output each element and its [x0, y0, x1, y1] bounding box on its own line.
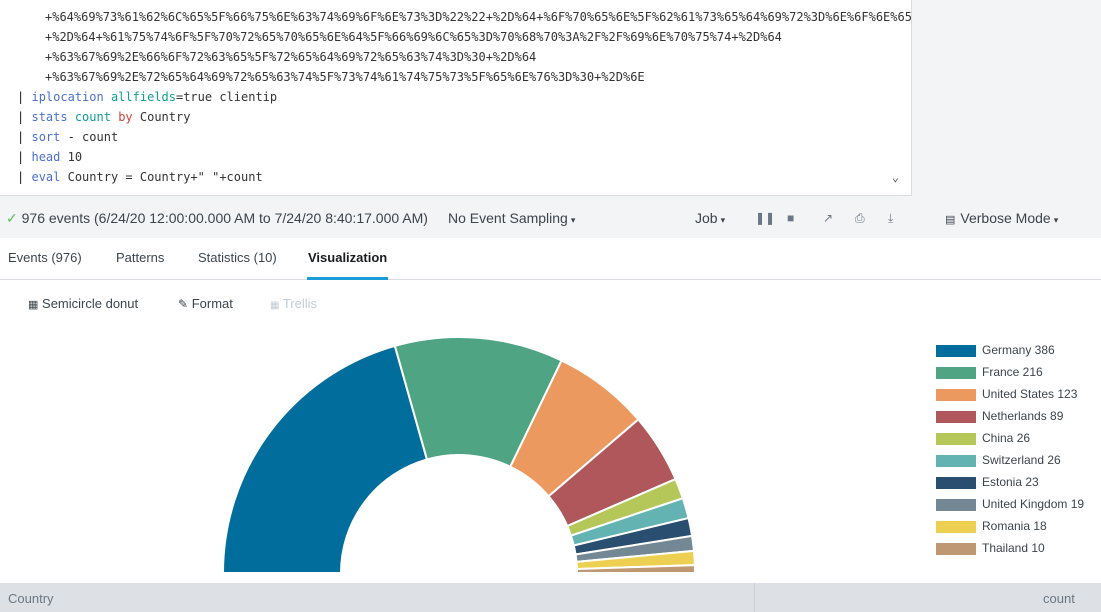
- donut-slice[interactable]: [221, 344, 429, 574]
- legend-label: Switzerland 26: [982, 453, 1061, 467]
- legend-swatch: [936, 543, 976, 555]
- legend-swatch: [936, 389, 976, 401]
- legend-label: China 26: [982, 431, 1031, 445]
- legend-swatch: [936, 411, 976, 423]
- legend-label: United Kingdom 19: [982, 497, 1085, 511]
- column-divider: [754, 583, 755, 612]
- legend-label: Estonia 23: [982, 475, 1039, 489]
- legend-label: Thailand 10: [982, 541, 1045, 555]
- legend-swatch: [936, 521, 976, 533]
- legend-swatch: [936, 345, 976, 357]
- results-table-header: Country count: [0, 583, 1101, 612]
- legend-swatch: [936, 433, 976, 445]
- legend-label: France 216: [982, 365, 1043, 379]
- legend-swatch: [936, 499, 976, 511]
- legend-label: Netherlands 89: [982, 409, 1064, 423]
- column-header-country[interactable]: Country: [8, 591, 54, 606]
- legend-label: Germany 386: [982, 343, 1055, 357]
- column-header-count[interactable]: count: [1043, 591, 1075, 606]
- legend-label: Romania 18: [982, 519, 1047, 533]
- legend-swatch: [936, 367, 976, 379]
- legend-label: United States 123: [982, 387, 1078, 401]
- legend-swatch: [936, 477, 976, 489]
- legend-swatch: [936, 455, 976, 467]
